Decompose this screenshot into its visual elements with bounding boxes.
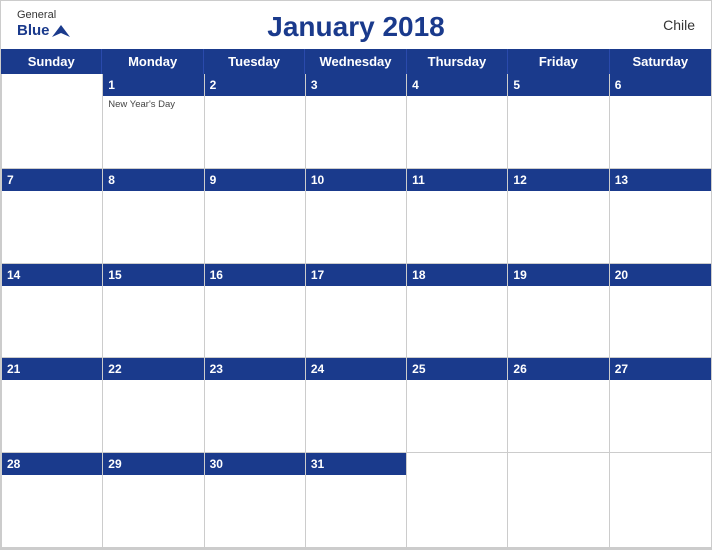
date-14: 14 xyxy=(7,268,20,282)
date-11: 11 xyxy=(412,173,425,187)
cell-jan-4: 4 xyxy=(407,74,508,168)
cell-empty-1 xyxy=(2,74,103,168)
cell-jan-25: 25 xyxy=(407,358,508,452)
calendar-container: General Blue January 2018 Chile Sunday M… xyxy=(0,0,712,550)
date-2: 2 xyxy=(210,78,217,92)
logo-bird-icon xyxy=(52,23,70,41)
date-1: 1 xyxy=(108,78,115,92)
date-21: 21 xyxy=(7,362,20,376)
header-sunday: Sunday xyxy=(1,49,102,74)
date-5: 5 xyxy=(513,78,520,92)
cell-empty-3 xyxy=(508,453,609,547)
cell-jan-29: 29 xyxy=(103,453,204,547)
cell-jan-19: 19 xyxy=(508,264,609,358)
cell-jan-8: 8 xyxy=(103,169,204,263)
cell-empty-4 xyxy=(610,453,711,547)
days-header: Sunday Monday Tuesday Wednesday Thursday… xyxy=(1,49,711,74)
date-12: 12 xyxy=(513,173,526,187)
header-friday: Friday xyxy=(508,49,609,74)
header-thursday: Thursday xyxy=(407,49,508,74)
cell-jan-11: 11 xyxy=(407,169,508,263)
date-23: 23 xyxy=(210,362,223,376)
date-22: 22 xyxy=(108,362,121,376)
cell-jan-27: 27 xyxy=(610,358,711,452)
date-24: 24 xyxy=(311,362,324,376)
header-tuesday: Tuesday xyxy=(204,49,305,74)
date-30: 30 xyxy=(210,457,223,471)
country-label: Chile xyxy=(663,17,695,33)
week-row-2: 7 8 9 10 11 12 xyxy=(2,169,711,264)
cell-jan-13: 13 xyxy=(610,169,711,263)
date-18: 18 xyxy=(412,268,425,282)
cell-jan-26: 26 xyxy=(508,358,609,452)
date-15: 15 xyxy=(108,268,121,282)
logo-blue: Blue xyxy=(17,23,50,40)
header-wednesday: Wednesday xyxy=(305,49,406,74)
cell-jan-21: 21 xyxy=(2,358,103,452)
date-7: 7 xyxy=(7,173,14,187)
cell-jan-3: 3 xyxy=(306,74,407,168)
week-row-1: 1 New Year's Day 2 3 4 5 6 xyxy=(2,74,711,169)
cell-jan-15: 15 xyxy=(103,264,204,358)
cell-jan-28: 28 xyxy=(2,453,103,547)
date-25: 25 xyxy=(412,362,425,376)
cell-jan-22: 22 xyxy=(103,358,204,452)
cell-jan-24: 24 xyxy=(306,358,407,452)
cell-jan-14: 14 xyxy=(2,264,103,358)
date-20: 20 xyxy=(615,268,628,282)
cell-jan-2: 2 xyxy=(205,74,306,168)
cell-jan-7: 7 xyxy=(2,169,103,263)
date-10: 10 xyxy=(311,173,324,187)
cell-jan-1: 1 New Year's Day xyxy=(103,74,204,168)
date-8: 8 xyxy=(108,173,115,187)
logo-general: General xyxy=(17,9,70,21)
generalblue-logo: General Blue xyxy=(17,9,70,41)
cell-jan-16: 16 xyxy=(205,264,306,358)
date-6: 6 xyxy=(615,78,622,92)
date-19: 19 xyxy=(513,268,526,282)
cell-empty-2 xyxy=(407,453,508,547)
week-row-5: 28 29 30 31 xyxy=(2,453,711,548)
cell-jan-5: 5 xyxy=(508,74,609,168)
cell-jan-31: 31 xyxy=(306,453,407,547)
cell-jan-30: 30 xyxy=(205,453,306,547)
header-saturday: Saturday xyxy=(610,49,711,74)
date-13: 13 xyxy=(615,173,628,187)
header-monday: Monday xyxy=(102,49,203,74)
date-17: 17 xyxy=(311,268,324,282)
calendar-header: General Blue January 2018 Chile xyxy=(1,1,711,49)
date-28: 28 xyxy=(7,457,20,471)
cell-jan-17: 17 xyxy=(306,264,407,358)
cell-jan-6: 6 xyxy=(610,74,711,168)
week-row-4: 21 22 23 24 25 26 xyxy=(2,358,711,453)
date-27: 27 xyxy=(615,362,628,376)
cell-jan-12: 12 xyxy=(508,169,609,263)
cell-jan-18: 18 xyxy=(407,264,508,358)
date-3: 3 xyxy=(311,78,318,92)
date-26: 26 xyxy=(513,362,526,376)
holiday-new-years-day: New Year's Day xyxy=(108,99,198,111)
week-row-3: 14 15 16 17 18 19 xyxy=(2,264,711,359)
date-4: 4 xyxy=(412,78,419,92)
date-16: 16 xyxy=(210,268,223,282)
cell-jan-10: 10 xyxy=(306,169,407,263)
calendar-title: January 2018 xyxy=(267,11,444,43)
date-31: 31 xyxy=(311,457,324,471)
date-29: 29 xyxy=(108,457,121,471)
date-9: 9 xyxy=(210,173,217,187)
cell-jan-9: 9 xyxy=(205,169,306,263)
cell-jan-23: 23 xyxy=(205,358,306,452)
cell-jan-20: 20 xyxy=(610,264,711,358)
weeks-container: 1 New Year's Day 2 3 4 5 6 xyxy=(1,74,711,549)
